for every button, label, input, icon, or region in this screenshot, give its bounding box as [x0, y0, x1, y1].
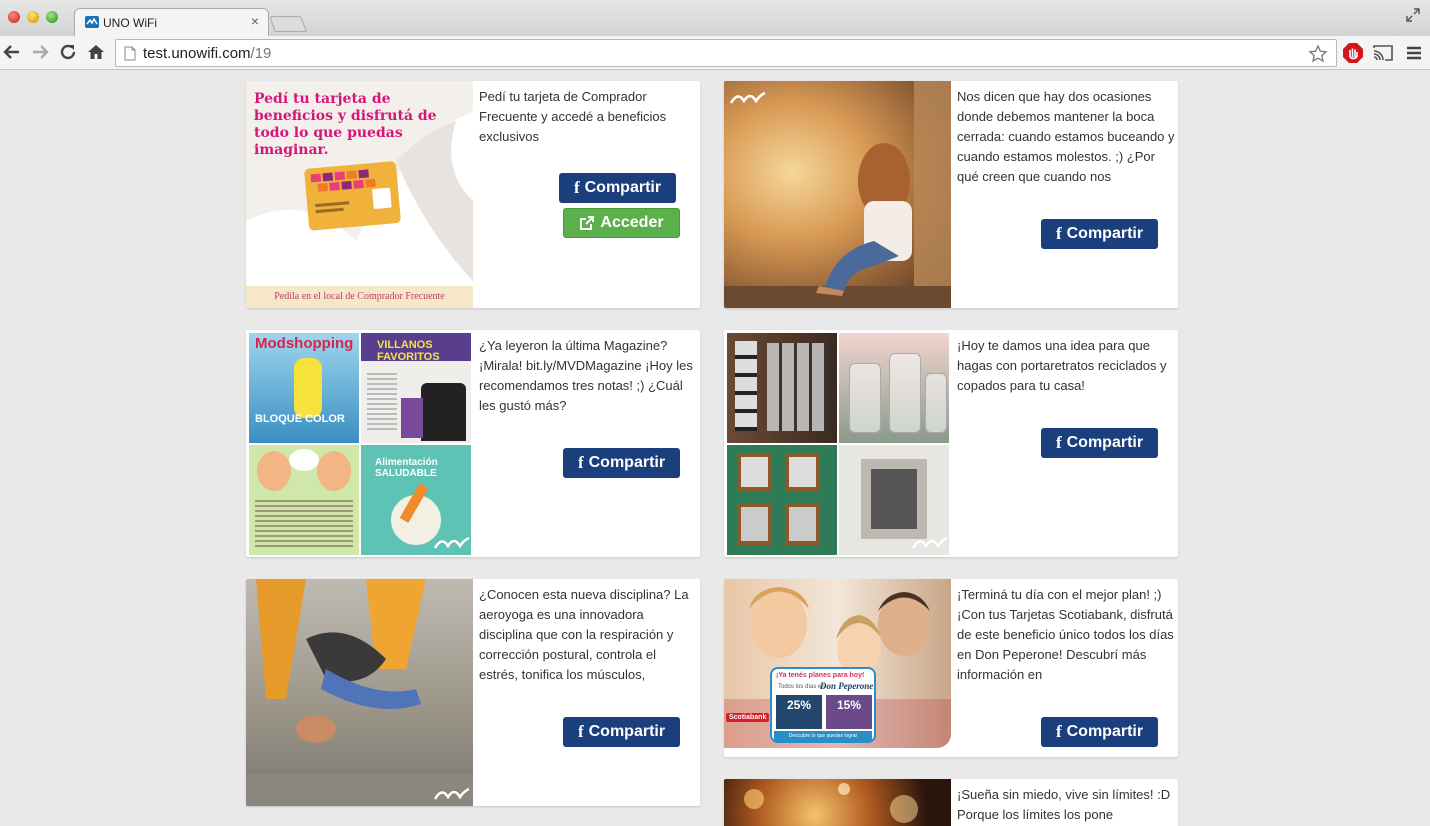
facebook-icon: f — [573, 178, 580, 197]
post-image-magazine-collage: Modshopping BLOQUE COLOR VILLANOS FAVORI… — [246, 330, 473, 557]
facebook-icon: f — [577, 453, 584, 472]
new-tab-button[interactable] — [269, 16, 307, 32]
tab-title: UNO WiFi — [103, 16, 157, 30]
photo-jars — [839, 333, 949, 443]
bokeh-illustration — [744, 783, 918, 823]
access-button-label: Acceder — [600, 214, 664, 231]
share-button-label: Compartir — [1066, 723, 1144, 740]
browser-toolbar: test.unowifi.com/19 — [0, 36, 1430, 70]
post-text: Pedí tu tarjeta de Comprador Frecuente y… — [479, 89, 667, 144]
post-card: ¡Sueña sin miedo, vive sin límites! :D P… — [724, 779, 1178, 826]
menu-icon[interactable] — [1403, 42, 1425, 64]
browser-tab-active[interactable]: UNO WiFi × — [74, 8, 269, 36]
promo-flyer: ¡Ya tenés planes para hoy! Todos los día… — [770, 667, 876, 743]
share-button[interactable]: f Compartir — [1041, 219, 1158, 249]
photo-frames-wall — [727, 333, 837, 443]
reload-icon[interactable] — [58, 42, 78, 62]
magazine-page-villains: VILLANOS FAVORITOS — [361, 333, 471, 443]
external-link-icon — [580, 216, 595, 230]
facebook-icon: f — [577, 722, 584, 741]
share-button-label: Compartir — [588, 454, 666, 471]
close-window-button[interactable] — [8, 11, 20, 23]
post-card: ¡Ya tenés planes para hoy! Todos los día… — [724, 579, 1178, 757]
post-text: ¿Conocen esta nueva disciplina? La aeroy… — [479, 587, 689, 682]
address-bar[interactable]: test.unowifi.com/19 — [115, 39, 1337, 67]
share-button-label: Compartir — [1066, 434, 1144, 451]
post-text: ¡Terminá tu día con el mejor plan! ;) ¡C… — [957, 587, 1174, 682]
post-card: Modshopping BLOQUE COLOR VILLANOS FAVORI… — [246, 330, 700, 557]
facebook-icon: f — [1055, 224, 1062, 243]
girl-sitting-illustration — [724, 81, 951, 308]
brand-watermark-icon — [434, 536, 470, 549]
magazine-page-fashion: Modshopping BLOQUE COLOR — [249, 333, 359, 443]
share-button-label: Compartir — [588, 723, 666, 740]
facebook-icon: f — [1055, 433, 1062, 452]
post-image-bokeh — [724, 779, 951, 826]
window-titlebar: UNO WiFi × — [0, 0, 1430, 36]
aeroyoga-illustration — [246, 579, 473, 806]
share-button[interactable]: f Compartir — [1041, 428, 1158, 458]
fullscreen-icon[interactable] — [1406, 8, 1420, 22]
post-image-loyalty-card: Pedí tu tarjeta de beneficios y disfrutá… — [246, 81, 473, 308]
post-text: ¡Sueña sin miedo, vive sin límites! :D P… — [957, 787, 1171, 822]
share-button-label: Compartir — [1066, 225, 1144, 242]
facebook-icon: f — [1055, 722, 1062, 741]
brand-watermark-icon — [912, 536, 948, 549]
post-text: ¡Hoy te damos una idea para que hagas co… — [957, 338, 1167, 393]
post-image-girl-sitting — [724, 81, 951, 308]
share-button[interactable]: f Compartir — [559, 173, 676, 203]
card-image-headline: Pedí tu tarjeta de beneficios y disfrutá… — [254, 91, 437, 158]
post-image-picture-frames — [724, 330, 951, 557]
share-button[interactable]: f Compartir — [563, 717, 680, 747]
photo-wooden-boxes — [727, 445, 837, 555]
post-image-aeroyoga — [246, 579, 473, 806]
access-button[interactable]: Acceder — [563, 208, 680, 238]
share-button-label: Compartir — [584, 179, 662, 196]
bookmark-star-icon[interactable] — [1308, 44, 1328, 64]
page-icon — [124, 46, 136, 61]
back-arrow-icon[interactable] — [2, 42, 22, 62]
scotiabank-logo: Scotiabank — [726, 713, 770, 722]
post-card: Nos dicen que hay dos ocasiones donde de… — [724, 81, 1178, 308]
adblock-extension-icon[interactable] — [1342, 42, 1364, 64]
url-text: test.unowifi.com/19 — [143, 45, 272, 62]
post-text: Nos dicen que hay dos ocasiones donde de… — [957, 89, 1175, 184]
share-button[interactable]: f Compartir — [1041, 717, 1158, 747]
card-image-footer: Pedila en el local de Comprador Frecuent… — [274, 291, 445, 302]
forward-arrow-icon[interactable] — [30, 42, 50, 62]
post-card: ¿Conocen esta nueva disciplina? La aeroy… — [246, 579, 700, 806]
share-button[interactable]: f Compartir — [563, 448, 680, 478]
post-text: ¿Ya leyeron la última Magazine? ¡Mirala!… — [479, 338, 693, 413]
magazine-page-comic — [249, 445, 359, 555]
home-icon[interactable] — [86, 42, 106, 62]
brand-watermark-icon — [730, 91, 766, 104]
tab-close-icon[interactable]: × — [251, 13, 259, 29]
cast-icon[interactable] — [1372, 42, 1394, 64]
minimize-window-button[interactable] — [27, 11, 39, 23]
brand-watermark-icon — [434, 787, 470, 800]
uno-wifi-favicon-icon — [85, 16, 99, 28]
zoom-window-button[interactable] — [46, 11, 58, 23]
post-image-scotiabank-promo: ¡Ya tenés planes para hoy! Todos los día… — [724, 579, 951, 748]
post-card: ¡Hoy te damos una idea para que hagas co… — [724, 330, 1178, 557]
post-card: Pedí tu tarjeta de beneficios y disfrutá… — [246, 81, 700, 308]
